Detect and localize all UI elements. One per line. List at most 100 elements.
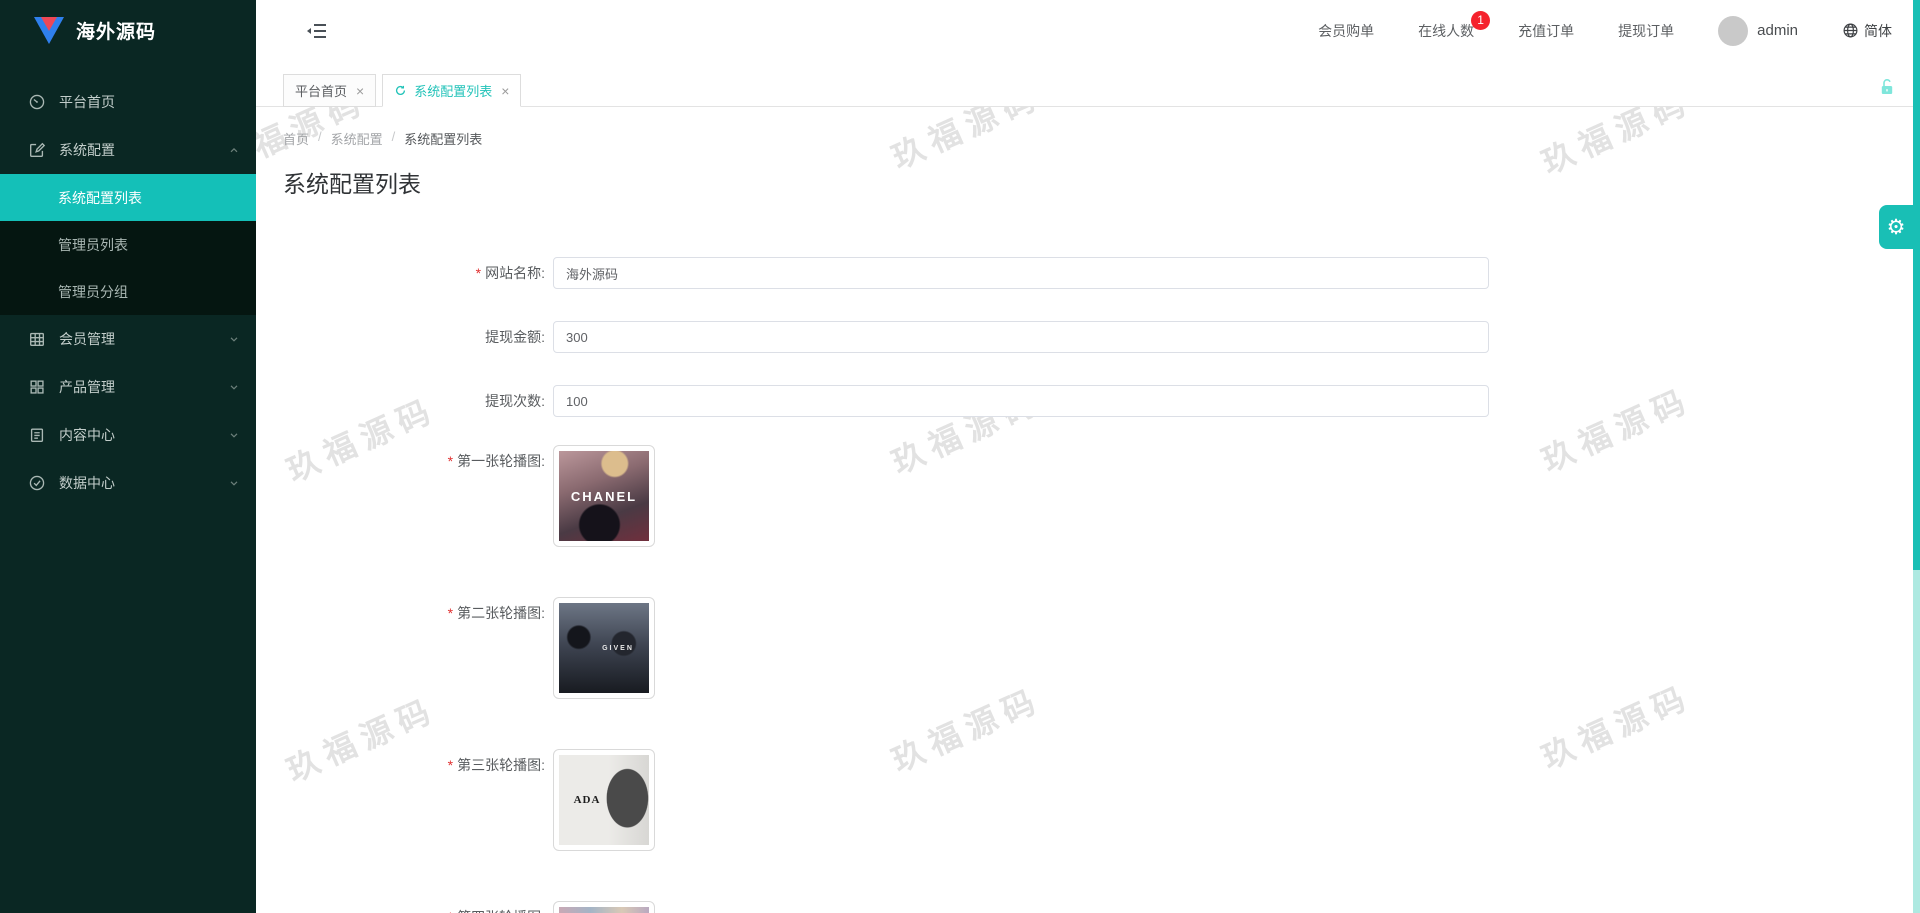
field-label: 提现金额: xyxy=(256,321,545,353)
banner-2-upload[interactable]: GIVEN xyxy=(553,597,655,699)
sidebar-item-label: 系统配置 xyxy=(59,140,115,160)
required-asterisk: * xyxy=(476,265,481,281)
form-row-banner-1: *第一张轮播图: CHANEL xyxy=(256,445,1920,547)
refresh-icon[interactable] xyxy=(394,84,407,97)
scrollbar-track xyxy=(1913,570,1920,913)
breadcrumb-current: 系统配置列表 xyxy=(404,129,482,148)
breadcrumb-system-config[interactable]: 系统配置 xyxy=(331,129,383,148)
sidebar-item-label: 内容中心 xyxy=(59,425,115,445)
required-asterisk: * xyxy=(448,909,453,913)
config-form: *网站名称: 提现金额: 提现次数: *第一张轮播图: CHANEL xyxy=(256,257,1920,913)
tab-platform-home[interactable]: 平台首页 × xyxy=(283,74,376,107)
table-icon xyxy=(28,330,46,348)
banner-2-image: GIVEN xyxy=(559,603,649,693)
app-title: 海外源码 xyxy=(76,17,156,44)
withdraw-amount-input[interactable] xyxy=(553,321,1489,353)
field-label: *网站名称: xyxy=(256,257,545,289)
sidebar-item-admin-list[interactable]: 管理员列表 xyxy=(0,221,256,268)
topbar-links: 会员购单 在线人数 1 充值订单 提现订单 admin 简体 xyxy=(1318,16,1892,46)
field-label: 提现次数: xyxy=(256,385,545,417)
app-logo[interactable]: 海外源码 xyxy=(0,0,256,61)
chevron-down-icon xyxy=(228,477,240,489)
vue-logo-icon xyxy=(34,17,64,44)
required-asterisk: * xyxy=(448,757,453,773)
member-orders-link[interactable]: 会员购单 xyxy=(1318,21,1374,41)
page-scrollbar[interactable] xyxy=(1913,0,1920,913)
banner-1-upload[interactable]: CHANEL xyxy=(553,445,655,547)
tab-system-config-list[interactable]: 系统配置列表 × xyxy=(382,74,521,107)
breadcrumb-separator: / xyxy=(318,129,322,148)
close-icon[interactable]: × xyxy=(356,84,364,98)
form-row-banner-3: *第三张轮播图: ADA xyxy=(256,749,1920,851)
chevron-down-icon xyxy=(228,333,240,345)
banner-3-image: ADA xyxy=(559,755,649,845)
sidebar-item-label: 产品管理 xyxy=(59,377,115,397)
form-row-site-name: *网站名称: xyxy=(256,257,1920,289)
user-menu[interactable]: admin xyxy=(1718,16,1798,46)
globe-icon xyxy=(1842,22,1859,39)
grid-icon xyxy=(28,378,46,396)
page-content: 玖福源码 玖福源码 玖福源码 玖福源码 玖福源码 玖福源码 玖福源码 玖福源码 … xyxy=(256,107,1920,913)
field-label: *第三张轮播图: xyxy=(256,749,545,781)
sidebar-item-platform-home[interactable]: 平台首页 xyxy=(0,78,256,126)
page-title: 系统配置列表 xyxy=(283,165,421,199)
language-label: 简体 xyxy=(1864,21,1892,41)
sidebar-item-admin-group[interactable]: 管理员分组 xyxy=(0,268,256,315)
chevron-down-icon xyxy=(228,381,240,393)
dashboard-icon xyxy=(28,93,46,111)
banner-3-upload[interactable]: ADA xyxy=(553,749,655,851)
sidebar-item-label: 数据中心 xyxy=(59,473,115,493)
site-name-input[interactable] xyxy=(553,257,1489,289)
banner-4-upload[interactable] xyxy=(553,901,655,913)
close-icon[interactable]: × xyxy=(501,84,509,98)
avatar xyxy=(1718,16,1748,46)
online-users-link[interactable]: 在线人数 1 xyxy=(1418,21,1474,41)
required-asterisk: * xyxy=(448,605,453,621)
submenu-item-label: 管理员列表 xyxy=(58,235,128,255)
breadcrumb: 首页 / 系统配置 / 系统配置列表 xyxy=(283,129,482,148)
settings-panel-button[interactable]: ⚙ xyxy=(1879,205,1913,249)
chevron-up-icon xyxy=(228,144,240,156)
main-area: 会员购单 在线人数 1 充值订单 提现订单 admin 简体 平台首页 × xyxy=(256,0,1920,913)
sidebar: 海外源码 平台首页 系统配置 系统配置列表 管理员列表 管理员分组 会员管理 xyxy=(0,0,256,913)
document-icon xyxy=(28,426,46,444)
scrollbar-thumb[interactable] xyxy=(1913,0,1920,570)
withdraw-orders-link[interactable]: 提现订单 xyxy=(1618,21,1674,41)
banner-2-overlay-text: GIVEN xyxy=(602,645,634,652)
unlock-icon[interactable] xyxy=(1877,77,1897,97)
chevron-down-icon xyxy=(228,429,240,441)
form-row-banner-2: *第二张轮播图: GIVEN xyxy=(256,597,1920,699)
sidebar-collapse-icon[interactable] xyxy=(306,19,330,43)
form-row-withdraw-times: 提现次数: xyxy=(256,385,1920,417)
breadcrumb-home[interactable]: 首页 xyxy=(283,129,309,148)
sidebar-item-system-config[interactable]: 系统配置 xyxy=(0,126,256,174)
withdraw-times-input[interactable] xyxy=(553,385,1489,417)
required-asterisk: * xyxy=(448,453,453,469)
recharge-orders-link[interactable]: 充值订单 xyxy=(1518,21,1574,41)
online-users-badge: 1 xyxy=(1471,11,1490,30)
online-users-label: 在线人数 xyxy=(1418,23,1474,39)
sidebar-item-product-management[interactable]: 产品管理 xyxy=(0,363,256,411)
banner-1-overlay-text: CHANEL xyxy=(571,489,637,504)
language-switcher[interactable]: 简体 xyxy=(1842,21,1892,41)
sidebar-item-label: 平台首页 xyxy=(59,92,115,112)
banner-3-overlay-text: ADA xyxy=(574,794,601,806)
edit-icon xyxy=(28,141,46,159)
sidebar-item-member-management[interactable]: 会员管理 xyxy=(0,315,256,363)
sidebar-item-system-config-list[interactable]: 系统配置列表 xyxy=(0,174,256,221)
field-label: *第四张轮播图: xyxy=(256,901,545,913)
breadcrumb-separator: / xyxy=(392,129,396,148)
sidebar-menu: 平台首页 系统配置 系统配置列表 管理员列表 管理员分组 会员管理 产品管 xyxy=(0,61,256,507)
field-label: *第二张轮播图: xyxy=(256,597,545,629)
banner-4-image xyxy=(559,907,649,913)
watermark: 玖福源码 xyxy=(884,107,1049,179)
watermark: 玖福源码 xyxy=(1534,107,1699,184)
username: admin xyxy=(1757,22,1798,39)
sidebar-item-label: 会员管理 xyxy=(59,329,115,349)
field-label: *第一张轮播图: xyxy=(256,445,545,477)
tab-label: 系统配置列表 xyxy=(414,81,492,100)
tab-bar: 平台首页 × 系统配置列表 × xyxy=(256,61,1920,107)
sidebar-item-content-center[interactable]: 内容中心 xyxy=(0,411,256,459)
sidebar-item-data-center[interactable]: 数据中心 xyxy=(0,459,256,507)
tab-label: 平台首页 xyxy=(295,81,347,100)
